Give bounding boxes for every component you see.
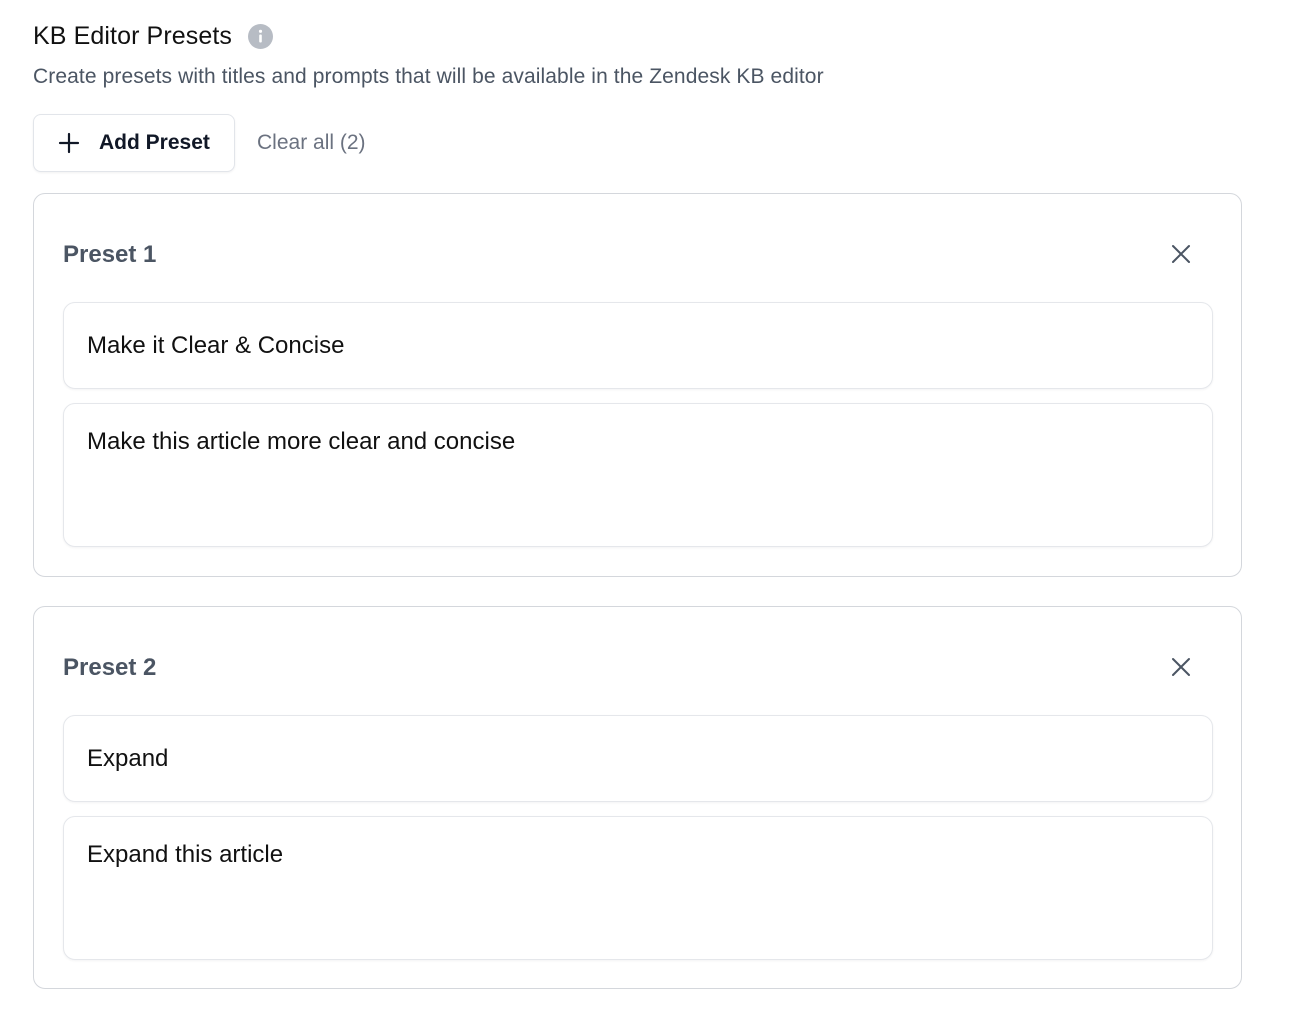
preset-card: Preset 2 Expand Expand this article: [33, 606, 1242, 989]
preset-prompt-value: Make this article more clear and concise: [87, 428, 516, 455]
plus-icon: [58, 132, 80, 154]
clear-all-button[interactable]: Clear all (2): [257, 131, 366, 155]
add-preset-button[interactable]: Add Preset: [33, 114, 235, 172]
close-icon[interactable]: [1169, 242, 1193, 266]
close-icon[interactable]: [1169, 655, 1193, 679]
preset-prompt-textarea[interactable]: Make this article more clear and concise: [63, 403, 1213, 547]
preset-title-input[interactable]: Make it Clear & Concise: [63, 302, 1213, 389]
add-preset-label: Add Preset: [99, 131, 210, 154]
preset-title-value: Expand: [87, 744, 169, 772]
preset-card: Preset 1 Make it Clear & Concise Make th…: [33, 193, 1242, 577]
page-title: KB Editor Presets: [33, 22, 233, 50]
preset-title-input[interactable]: Expand: [63, 715, 1213, 802]
preset-heading: Preset 2: [63, 654, 157, 681]
preset-actions: Add Preset Clear all (2): [33, 114, 366, 172]
section-description: Create presets with titles and prompts t…: [33, 65, 824, 88]
section-header: KB Editor Presets: [33, 22, 274, 51]
info-icon[interactable]: [248, 24, 274, 49]
preset-heading: Preset 1: [63, 241, 157, 268]
kb-editor-presets-page: KB Editor Presets Create presets with ti…: [0, 0, 1290, 1012]
preset-prompt-textarea[interactable]: Expand this article: [63, 816, 1213, 960]
preset-title-value: Make it Clear & Concise: [87, 331, 345, 359]
preset-prompt-value: Expand this article: [87, 841, 284, 868]
